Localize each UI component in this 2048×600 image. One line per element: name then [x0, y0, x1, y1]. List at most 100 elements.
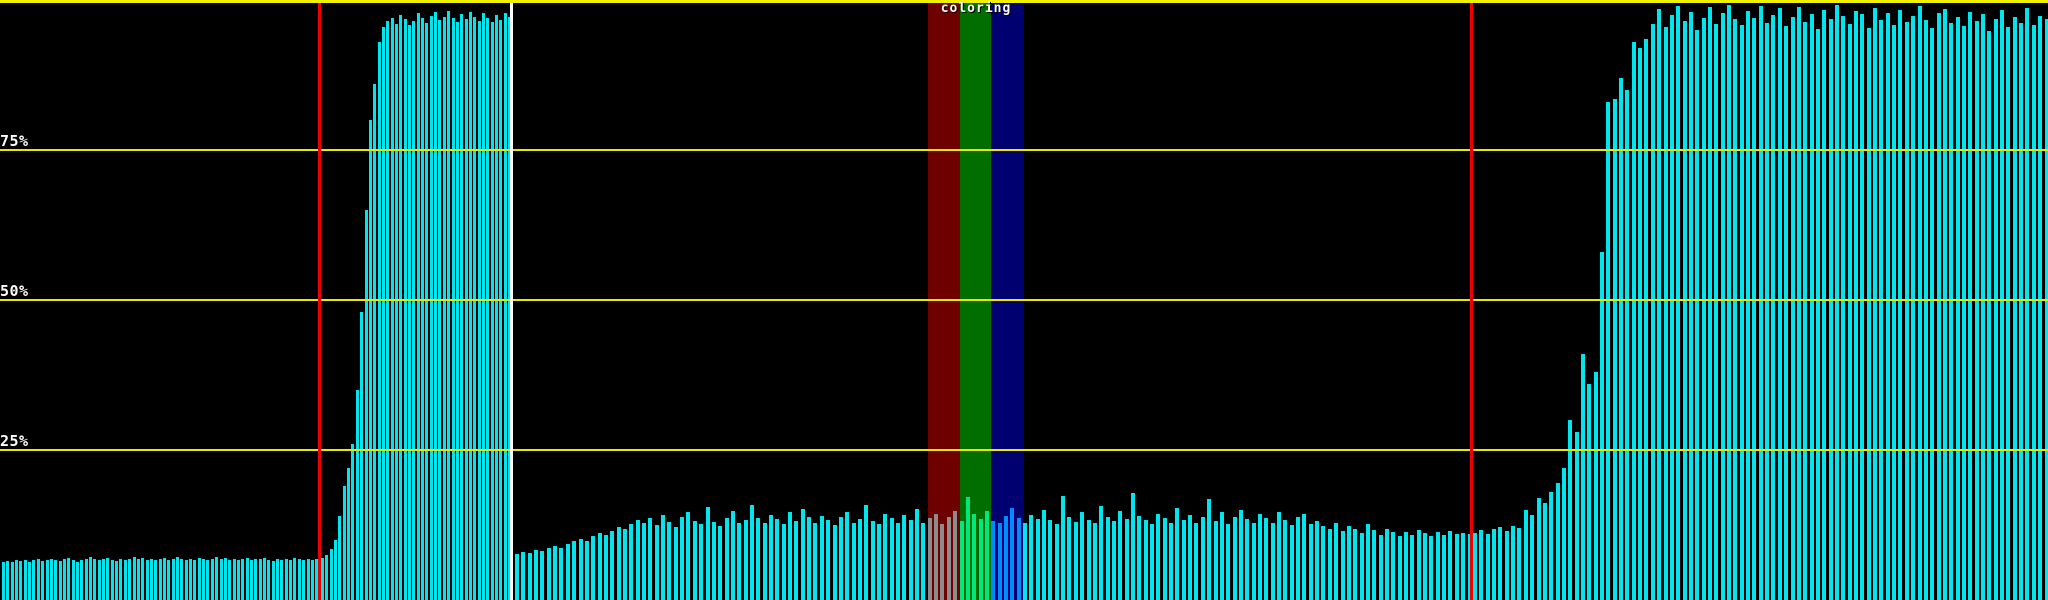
bar	[276, 559, 279, 600]
bar	[1727, 5, 1731, 600]
bar	[408, 25, 411, 600]
bar	[267, 560, 270, 600]
bar	[991, 521, 995, 600]
bar	[1975, 21, 1979, 600]
bar	[718, 526, 722, 600]
bar	[224, 558, 227, 600]
bar	[1530, 515, 1534, 600]
bar	[67, 558, 70, 600]
bar	[1258, 514, 1262, 600]
bar	[877, 524, 881, 600]
bar	[1524, 510, 1528, 600]
bar	[1778, 8, 1782, 600]
bar	[1740, 25, 1744, 600]
bar	[425, 23, 428, 600]
bar	[215, 557, 218, 600]
bar	[1207, 499, 1211, 600]
bar	[1099, 506, 1103, 600]
bar	[272, 561, 275, 600]
bar	[2006, 27, 2010, 600]
bar	[591, 536, 595, 600]
bar	[80, 560, 83, 600]
bar	[2, 562, 5, 600]
bar	[1017, 518, 1021, 600]
bar	[102, 559, 105, 600]
bar	[15, 560, 18, 600]
bar	[338, 516, 341, 600]
bar	[686, 512, 690, 600]
bar	[285, 559, 288, 600]
bar	[579, 539, 583, 600]
bar	[655, 525, 659, 600]
bar	[1042, 510, 1046, 600]
gridline-label-50: 50%	[0, 283, 29, 299]
bar	[302, 560, 305, 600]
bar	[452, 18, 455, 600]
bar	[202, 559, 205, 600]
bar	[559, 548, 563, 600]
bar	[1156, 514, 1160, 600]
bar	[1334, 523, 1338, 600]
bar	[2019, 23, 2023, 600]
bar	[1067, 517, 1071, 600]
bar	[1676, 6, 1680, 600]
bar	[1137, 516, 1141, 600]
bar	[1315, 521, 1319, 600]
bar	[1169, 523, 1173, 600]
bar	[1055, 524, 1059, 600]
bar	[566, 544, 570, 600]
bar	[1937, 13, 1941, 600]
bar	[1613, 99, 1617, 600]
bar	[1771, 15, 1775, 600]
bar	[391, 18, 394, 600]
bar	[1543, 503, 1547, 600]
bar	[1131, 493, 1135, 600]
bar	[325, 555, 328, 600]
bar	[1765, 23, 1769, 600]
bar	[1347, 526, 1351, 600]
bar	[1695, 30, 1699, 600]
bar	[998, 523, 1002, 600]
bar	[617, 527, 621, 600]
gridline-label-25: 25%	[0, 433, 29, 449]
bar	[750, 505, 754, 600]
bar	[254, 559, 257, 600]
bar	[693, 521, 697, 600]
bar	[456, 22, 459, 600]
bar	[76, 562, 79, 600]
bar	[421, 18, 424, 600]
bar	[1398, 536, 1402, 600]
bar	[399, 15, 402, 600]
bar	[59, 561, 62, 600]
gridline-50%	[0, 299, 2048, 301]
bar	[1829, 19, 1833, 600]
bar	[1746, 11, 1750, 600]
bar	[2045, 19, 2048, 600]
bar	[41, 561, 44, 600]
bar	[985, 511, 989, 600]
bar	[1239, 510, 1243, 600]
bar	[1721, 13, 1725, 600]
bar	[263, 558, 266, 600]
bar	[1581, 354, 1585, 600]
bar	[1455, 534, 1459, 600]
bar	[382, 27, 385, 600]
bar	[636, 520, 640, 600]
gridline-25%	[0, 449, 2048, 451]
bar	[1606, 102, 1610, 600]
bar	[623, 529, 627, 600]
bar	[1048, 520, 1052, 600]
bar	[661, 515, 665, 600]
bar	[246, 558, 249, 600]
bar	[250, 560, 253, 600]
bar	[934, 514, 938, 600]
bar	[146, 560, 149, 600]
bar	[813, 523, 817, 600]
bar	[890, 518, 894, 600]
bar	[1163, 518, 1167, 600]
bar	[553, 546, 557, 600]
bar	[782, 524, 786, 600]
bar	[1924, 20, 1928, 600]
bar	[680, 517, 684, 600]
bar	[404, 19, 407, 600]
